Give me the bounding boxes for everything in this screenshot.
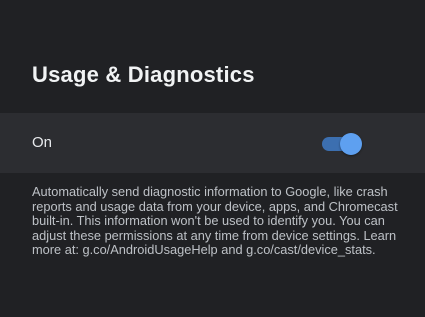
description-text: Automatically send diagnostic informatio… [32,184,398,258]
toggle-label: On [32,134,53,151]
usage-diagnostics-toggle-row[interactable]: On [0,113,425,173]
toggle-thumb [340,133,362,155]
toggle-switch[interactable] [318,133,362,155]
usage-diagnostics-screen: Usage & Diagnostics On Automatically sen… [0,0,425,317]
page-title: Usage & Diagnostics [32,62,255,87]
